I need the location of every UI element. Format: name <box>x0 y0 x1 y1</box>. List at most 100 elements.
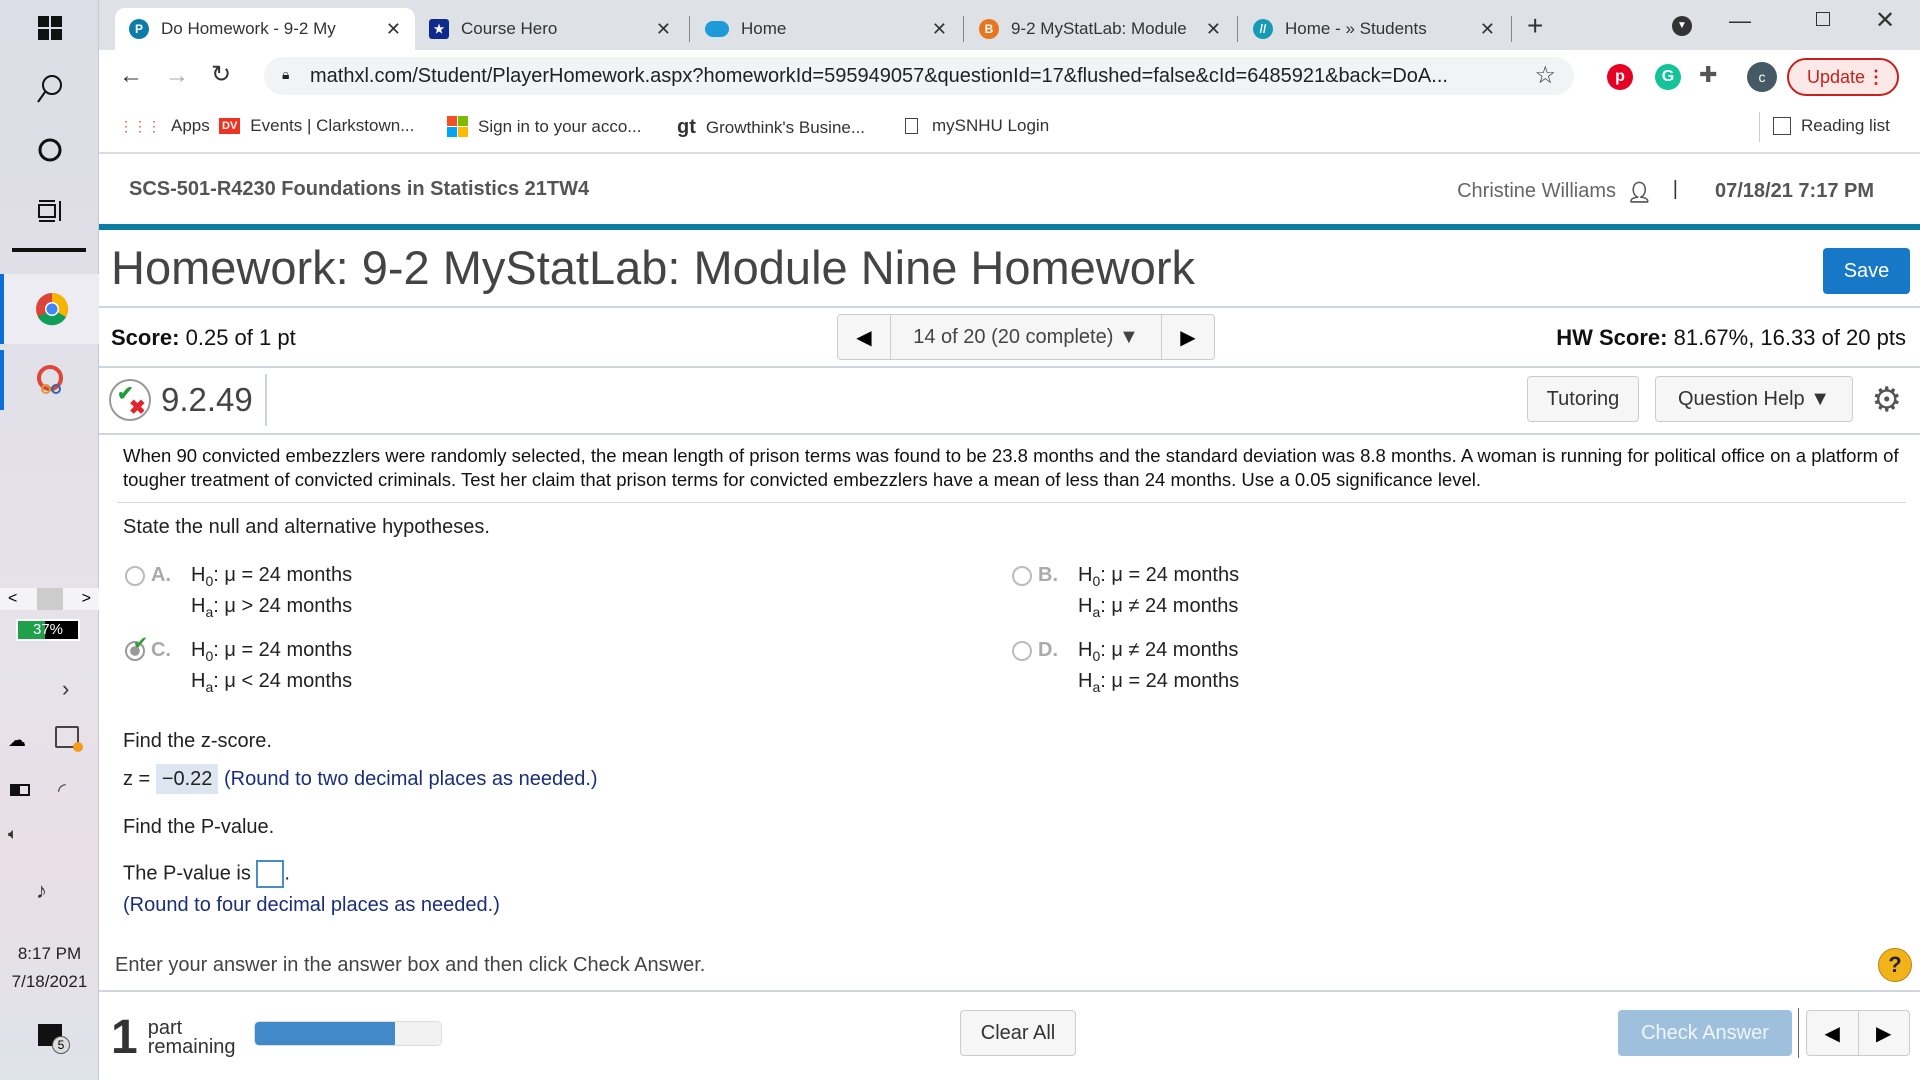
more-menu-icon[interactable]: ⋮ <box>1867 67 1885 88</box>
choice-d-radio[interactable] <box>1012 640 1032 661</box>
parts-remaining: 1 part remaining <box>111 1010 236 1065</box>
search-icon[interactable] <box>0 64 99 114</box>
bookmark-apps[interactable]: ⋮⋮⋮ Apps <box>119 116 210 136</box>
user-name[interactable]: Christine Williams <box>1457 180 1616 203</box>
choice-a[interactable]: A. H0: μ = 24 months Ha: μ > 24 months <box>125 564 352 620</box>
show-hidden-icons-chevron-icon[interactable]: › <box>62 676 69 702</box>
task-view-icon[interactable] <box>0 186 99 236</box>
bookmark-microsoft-signin[interactable]: Sign in to your acco... <box>447 116 641 137</box>
close-tab-icon[interactable]: ✕ <box>1206 19 1221 40</box>
apps-grid-icon: ⋮⋮⋮ <box>119 117 161 134</box>
grammarly-extension-icon[interactable]: G <box>1655 64 1681 90</box>
battery-icon[interactable] <box>10 784 30 796</box>
clear-all-button[interactable]: Clear All <box>960 1010 1076 1056</box>
pen-icon[interactable]: ♪ <box>36 878 47 904</box>
next-question-button[interactable]: ▶ <box>1162 315 1214 359</box>
bookmark-mysnhu[interactable]: mySNHU Login <box>905 116 1049 136</box>
dv-icon: DV <box>219 118 241 134</box>
tutoring-button[interactable]: Tutoring <box>1527 376 1639 422</box>
document-icon <box>905 118 918 134</box>
update-browser-button[interactable]: Update ⋮ <box>1787 58 1899 96</box>
browser-tab-home[interactable]: Home ✕ <box>691 8 961 50</box>
dropdown-caret-icon: ▼ <box>1810 387 1831 410</box>
forward-icon[interactable]: → <box>165 62 189 90</box>
previous-question-button[interactable]: ◀ <box>1807 1011 1859 1055</box>
taskbar-scroller[interactable]: < > <box>0 588 99 610</box>
volume-icon[interactable]: 🔈︎ <box>8 826 18 844</box>
profile-avatar[interactable]: c <box>1747 62 1777 92</box>
back-icon[interactable]: ← <box>119 62 143 90</box>
part1-prompt: State the null and alternative hypothese… <box>123 516 490 538</box>
scroll-left-icon[interactable]: < <box>8 590 17 608</box>
chrome-taskbar-icon[interactable] <box>0 274 99 344</box>
next-question-button[interactable]: ▶ <box>1859 1011 1910 1055</box>
settings-gear-icon[interactable]: ⚙ <box>1872 380 1902 420</box>
bookmark-events[interactable]: DV Events | Clarkstown... <box>219 116 414 136</box>
parts-remaining-count: 1 <box>111 1011 138 1064</box>
z-score-answer[interactable]: −0.22 <box>155 764 219 794</box>
cortana-icon[interactable] <box>0 125 99 175</box>
new-tab-button[interactable]: + <box>1527 10 1543 42</box>
question-number: ✔ ✖ 9.2.49 <box>109 374 267 426</box>
question-help-button[interactable]: Question Help ▼ <box>1655 376 1853 422</box>
question-help-label: Question Help <box>1677 387 1805 410</box>
browser-tab-do-homework[interactable]: P Do Homework - 9-2 My ✕ <box>115 8 415 50</box>
extensions-puzzle-icon[interactable]: ✚ <box>1699 62 1717 88</box>
onedrive-cloud-icon[interactable]: ☁ <box>8 730 26 751</box>
scroll-thumb[interactable] <box>36 588 63 610</box>
bookmarks-bar: ⋮⋮⋮ Apps DV Events | Clarkstown... Sign in… <box>99 104 1920 154</box>
choice-b[interactable]: B. H0: μ = 24 months Ha: μ ≠ 24 months <box>1012 564 1239 620</box>
bookmark-label: Events | Clarkstown... <box>250 116 415 135</box>
scroll-right-icon[interactable]: > <box>82 590 91 608</box>
notifications-count: 5 <box>52 1036 70 1054</box>
save-button[interactable]: Save <box>1823 248 1910 294</box>
taskbar-clock[interactable]: 8:17 PM 7/18/2021 <box>0 940 99 996</box>
close-tab-icon[interactable]: ✕ <box>932 19 947 40</box>
browser-tab-mystatlab[interactable]: B 9-2 MyStatLab: Module ✕ <box>965 8 1235 50</box>
progress-fill <box>255 1022 395 1045</box>
bookmark-star-icon[interactable]: ☆ <box>1534 61 1556 90</box>
tab-search-icon[interactable]: ▼ <box>1672 16 1692 36</box>
close-tab-icon[interactable]: ✕ <box>1480 19 1495 40</box>
p-value-input[interactable] <box>256 860 285 888</box>
alternative-hypothesis: Ha: μ > 24 months <box>191 595 353 620</box>
parts-progress-bar <box>254 1021 442 1046</box>
choice-letter: A. <box>151 564 171 586</box>
notifications-icon[interactable]: 5 <box>38 1024 70 1054</box>
choice-c[interactable]: ✔ C. H0: μ = 24 months Ha: μ < 24 months <box>125 633 352 695</box>
previous-question-button[interactable]: ◀ <box>838 315 890 359</box>
question-selector-dropdown[interactable]: 14 of 20 (20 complete) ▼ <box>890 315 1162 359</box>
h0-text: : μ = 24 months <box>213 639 353 661</box>
close-tab-icon[interactable]: ✕ <box>386 19 401 40</box>
url-text: mathxl.com/Student/PlayerHomework.aspx?h… <box>310 64 1448 87</box>
wifi-icon[interactable]: ◜ <box>58 778 66 803</box>
hw-score-value: 81.67%, 16.33 of 20 pts <box>1673 325 1906 350</box>
close-tab-icon[interactable]: ✕ <box>656 19 671 40</box>
header-separator: | <box>1672 178 1678 200</box>
choice-b-radio[interactable] <box>1012 565 1032 586</box>
windows-start-icon[interactable] <box>0 6 99 50</box>
choice-a-radio[interactable] <box>125 565 145 586</box>
null-hypothesis: H0: μ = 24 months <box>191 639 353 664</box>
sync-app-icon[interactable] <box>55 726 83 752</box>
reload-icon[interactable]: ↻ <box>211 60 231 89</box>
z-label: z = <box>123 768 151 790</box>
reading-list-label: Reading list <box>1801 116 1890 135</box>
choice-d[interactable]: D. H0: μ ≠ 24 months Ha: μ = 24 months <box>1012 639 1239 695</box>
browser-tab-course-hero[interactable]: ★ Course Hero ✕ <box>415 8 685 50</box>
snipping-tool-icon[interactable] <box>0 350 99 410</box>
close-window-icon[interactable]: ✕ <box>1875 6 1895 35</box>
browser-tab-students[interactable]: // Home - » Students ✕ <box>1239 8 1509 50</box>
address-bar[interactable]: 🔒︎ mathxl.com/Student/PlayerHomework.asp… <box>264 57 1574 95</box>
clock-date: 7/18/2021 <box>11 972 88 991</box>
part2-prompt: Find the z-score. <box>123 730 272 752</box>
bookmark-growthink[interactable]: gt Growthink's Busine... <box>677 116 865 139</box>
minimize-window-icon[interactable]: — <box>1729 8 1751 34</box>
reading-list-button[interactable]: Reading list <box>1773 116 1890 136</box>
restore-window-icon[interactable] <box>1816 12 1830 26</box>
help-question-icon[interactable]: ? <box>1878 948 1912 982</box>
instruction-text: Enter your answer in the answer box and … <box>115 954 706 976</box>
h0-text: : μ ≠ 24 months <box>1100 639 1239 661</box>
pinterest-extension-icon[interactable]: p <box>1607 64 1633 90</box>
check-answer-button[interactable]: Check Answer <box>1618 1010 1792 1056</box>
